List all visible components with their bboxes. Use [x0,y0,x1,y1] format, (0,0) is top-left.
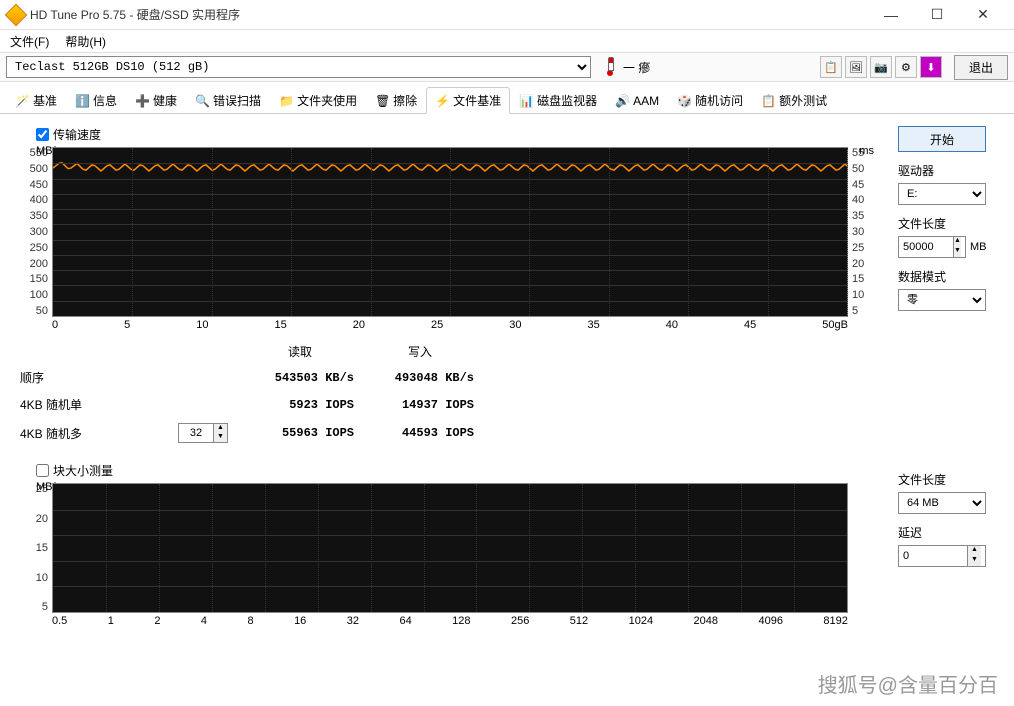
tab-diskmon[interactable]: 📊磁盘监视器 [510,87,606,114]
speaker-icon: 🔊 [615,94,629,108]
x-axis-block: 0.512481632641282565121024204840968192 [52,613,848,627]
close-button[interactable]: ✕ [960,0,1006,30]
filelen2-select[interactable]: 64 MB [898,492,986,514]
watermark: 搜狐号@含量百分百 [818,669,998,698]
toolbar: Teclast 512GB DS10 (512 gB) 一 瘮 📋 🖼 📷 ⚙ … [0,52,1014,82]
checkbox-block-size[interactable]: 块大小测量 [36,462,878,479]
filelen-input[interactable]: ▲▼ [898,236,966,258]
minimize-button[interactable]: — [868,0,914,30]
tab-extra[interactable]: 📋额外测试 [752,87,836,114]
tabbar: 🪄基准 ℹ️信息 ➕健康 🔍错误扫描 📁文件夹使用 🗑擦除 ⚡文件基准 📊磁盘监… [0,82,1014,114]
app-icon [5,3,28,26]
queue-depth-spinner[interactable]: ▲▼ [178,423,228,443]
y-axis-right: 555045403530252015105 [848,147,878,317]
tab-info[interactable]: ℹ️信息 [66,87,126,114]
save-icon[interactable]: ⬇ [920,56,942,78]
filelen2-label: 文件长度 [898,471,998,488]
monitor-icon: 📊 [519,94,533,108]
magnify-icon: 🔍 [195,94,209,108]
table-row: 4KB 随机单 5923 IOPS 14937 IOPS [16,391,480,418]
drive-select[interactable]: Teclast 512GB DS10 (512 gB) [6,56,591,78]
tab-random[interactable]: 🎲随机访问 [668,87,752,114]
maximize-button[interactable]: ☐ [914,0,960,30]
tab-filebench[interactable]: ⚡文件基准 [426,87,510,114]
y-axis-right-label: ms [859,145,874,157]
wand-icon: 🪄 [15,94,29,108]
transfer-chart: MB/s ms 55050045040035030025020015010050… [16,147,878,331]
random-icon: 🎲 [677,94,691,108]
window-title: HD Tune Pro 5.75 - 硬盘/SSD 实用程序 [30,6,868,23]
erase-icon: 🗑 [375,94,389,108]
copy-icon[interactable]: 📋 [820,56,842,78]
table-row: 顺序 543503 KB/s 493048 KB/s [16,364,480,391]
block-checkbox[interactable] [36,464,49,477]
side-panel: 开始 驱动器 E: 文件长度 ▲▼ MB 数据模式 零 文件长度 64 MB 延… [898,126,998,633]
y-axis-left: 55050045040035030025020015010050 [16,147,52,317]
tab-folder[interactable]: 📁文件夹使用 [270,87,366,114]
table-row: 4KB 随机多 ▲▼ 55963 IOPS 44593 IOPS [16,418,480,448]
y-axis-2: 252015105 [16,483,52,613]
datamode-select[interactable]: 零 [898,289,986,311]
info-icon: ℹ️ [75,94,89,108]
menu-file[interactable]: 文件(F) [4,31,55,52]
tab-benchmark[interactable]: 🪄基准 [6,87,66,114]
health-icon: ➕ [135,94,149,108]
checkbox-transfer-speed[interactable]: 传输速度 [36,126,878,143]
folder-icon: 📁 [279,94,293,108]
settings-icon[interactable]: ⚙ [895,56,917,78]
temperature-display: 一 瘮 [603,58,650,76]
x-axis-transfer: 05101520253035404550gB [52,317,848,331]
filelen-label: 文件长度 [898,215,998,232]
exit-button[interactable]: 退出 [954,55,1008,80]
tab-aam[interactable]: 🔊AAM [606,87,668,114]
tab-erase[interactable]: 🗑擦除 [366,87,426,114]
tab-errorscan[interactable]: 🔍错误扫描 [186,87,270,114]
driver-select[interactable]: E: [898,183,986,205]
bolt-icon: ⚡ [435,94,449,108]
tab-health[interactable]: ➕健康 [126,87,186,114]
driver-label: 驱动器 [898,162,998,179]
results-table: 读取写入 顺序 543503 KB/s 493048 KB/s 4KB 随机单 … [16,339,878,448]
start-button[interactable]: 开始 [898,126,986,152]
delay-input[interactable]: ▲▼ [898,545,986,567]
delay-label: 延迟 [898,524,998,541]
transfer-checkbox[interactable] [36,128,49,141]
screenshot-icon[interactable]: 🖼 [845,56,867,78]
temp-value: 一 瘮 [623,59,650,76]
datamode-label: 数据模式 [898,268,998,285]
plot-area-block [52,483,848,613]
camera-icon[interactable]: 📷 [870,56,892,78]
thermometer-icon [603,58,617,76]
titlebar: HD Tune Pro 5.75 - 硬盘/SSD 实用程序 — ☐ ✕ [0,0,1014,30]
plot-area-transfer [52,147,848,317]
extra-icon: 📋 [761,94,775,108]
block-chart: MB/s 读取 写入 252015105 0.51248163264128256… [16,483,878,627]
menubar: 文件(F) 帮助(H) [0,30,1014,52]
menu-help[interactable]: 帮助(H) [59,31,112,52]
